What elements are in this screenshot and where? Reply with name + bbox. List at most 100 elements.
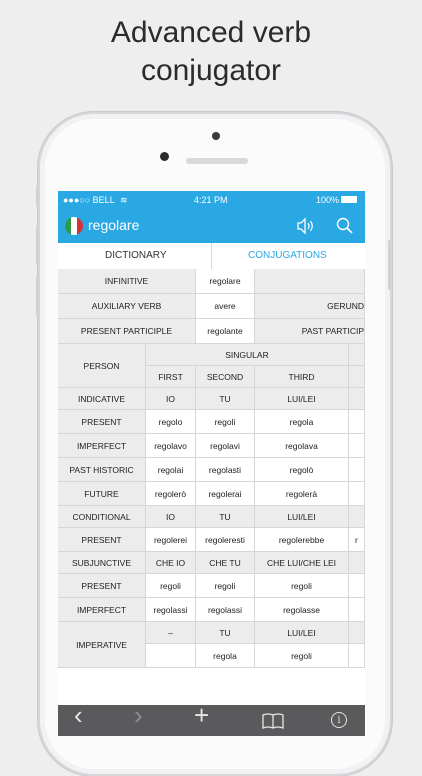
add-icon[interactable]: + [194,702,209,728]
promo-headline-line1: Advanced verb [110,16,312,49]
verb-form: regoli [196,410,255,434]
promo-headline-line2: conjugator [140,54,282,87]
verb-form: regolo [146,410,196,434]
section-filler [349,622,365,644]
verb-form: regolai [146,458,196,482]
tense-label: PRESENT [58,574,146,598]
tense-label: PAST HISTORIC [58,458,146,482]
pronoun-header: LUI/LEI [255,622,349,644]
section-filler [349,506,365,528]
tense-label: IMPERFECT [58,434,146,458]
pronoun-header: CHE TU [196,552,255,574]
earpiece-speaker [186,158,248,164]
person-header: PERSON [58,344,146,388]
verb-form: regola [255,410,349,434]
gerund-label: GERUND [255,294,365,319]
present-participle-label: PRESENT PARTICIPLE [58,319,196,344]
power-button [388,240,391,290]
pronoun-header: LUI/LEI [255,388,349,410]
auxiliary-label: AUXILIARY VERB [58,294,196,319]
status-bar: ●●●○○ BELL ≋ 4:21 PM 100% [58,191,365,209]
tense-label: PRESENT [58,528,146,552]
carrier-signal: ●●●○○ BELL [63,195,115,205]
overflow-cell [349,458,365,482]
verb-form: regolassi [146,598,196,622]
verb-form: regoleresti [196,528,255,552]
tab-dictionary[interactable]: DICTIONARY [105,250,167,261]
overflow-cell [349,598,365,622]
overflow-cell [349,434,365,458]
header-filler [349,366,365,388]
imperative-title: IMPERATIVE [58,622,146,668]
speaker-icon[interactable] [296,217,316,235]
column-header: SECOND [196,366,255,388]
section-filler [349,552,365,574]
nav-title: regolare [88,217,140,233]
back-arrow-icon[interactable]: ‹ [74,702,83,728]
pronoun-header: CHE LUI/CHE LEI [255,552,349,574]
info-icon-glyph: i [337,714,341,726]
verb-form: regolerebbe [255,528,349,552]
verb-form: regolò [255,458,349,482]
verb-form: regolavo [146,434,196,458]
tab-conjugations[interactable]: CONJUGATIONS [248,250,327,261]
volume-up-button [36,225,39,265]
app-screen: ●●●○○ BELL ≋ 4:21 PM 100% regolare DICTI… [58,191,365,736]
infinitive-label: INFINITIVE [58,269,196,294]
verb-form: regoli [196,574,255,598]
tense-label: FUTURE [58,482,146,506]
volume-down-button [36,275,39,315]
verb-form: regolerà [255,482,349,506]
section-title: INDICATIVE [58,388,146,410]
pronoun-header: TU [196,622,255,644]
verb-form: regolerai [196,482,255,506]
battery-icon [341,196,357,203]
auxiliary-value: avere [196,294,255,319]
overflow-cell [349,482,365,506]
status-time: 4:21 PM [194,195,228,205]
verb-form [146,644,196,668]
info-icon[interactable]: i [331,712,347,728]
column-header: THIRD [255,366,349,388]
bottom-toolbar: ‹ › + i [58,702,365,736]
verb-form: regoli [146,574,196,598]
header-filler [349,344,365,366]
verb-form: regolassi [196,598,255,622]
pronoun-header: LUI/LEI [255,506,349,528]
verb-form: regoli [255,644,349,668]
mute-switch [36,185,39,207]
present-participle-value: regolante [196,319,255,344]
pronoun-header: IO [146,506,196,528]
pronoun-header: CHE IO [146,552,196,574]
overflow-cell [349,574,365,598]
search-icon[interactable] [336,217,354,235]
pronoun-header: TU [196,506,255,528]
past-participle-label: PAST PARTICIP [255,319,365,344]
verb-form: regolasse [255,598,349,622]
pronoun-header: IO [146,388,196,410]
overflow-cell [349,410,365,434]
verb-form: regola [196,644,255,668]
verb-form: regolasti [196,458,255,482]
section-title: SUBJUNCTIVE [58,552,146,574]
verb-form: regolavi [196,434,255,458]
section-filler [349,388,365,410]
verb-form: regolerò [146,482,196,506]
phone-top-sensor [212,132,220,140]
wifi-icon: ≋ [120,195,128,205]
overflow-cell: r [349,528,365,552]
overflow-cell [349,644,365,668]
pronoun-header: TU [196,388,255,410]
info-filler [255,269,365,294]
verb-form: regolava [255,434,349,458]
bookmarks-icon[interactable] [262,712,284,730]
italy-flag-icon [65,217,83,235]
infinitive-value: regolare [196,269,255,294]
tense-label: IMPERFECT [58,598,146,622]
tab-bar: DICTIONARY CONJUGATIONS [58,243,365,270]
forward-arrow-icon[interactable]: › [134,702,143,728]
tense-label: PRESENT [58,410,146,434]
nav-bar: regolare [58,209,365,243]
verb-form: regoli [255,574,349,598]
column-header: FIRST [146,366,196,388]
